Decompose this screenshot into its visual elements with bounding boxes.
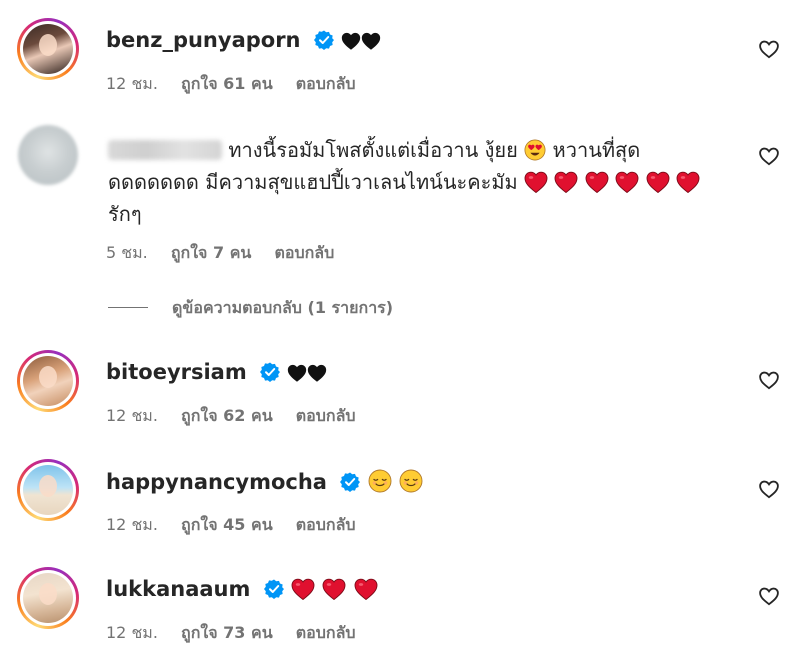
username-blurred[interactable] (108, 140, 222, 160)
like-heart-icon[interactable] (758, 370, 780, 390)
red-heart-icon (646, 171, 670, 193)
black-heart-icon (287, 363, 307, 383)
like-count[interactable]: ถูกใจ 45 คน (181, 515, 273, 534)
red-heart-icon (354, 578, 378, 600)
avatar[interactable] (17, 350, 79, 412)
username[interactable]: lukkanaaum (106, 577, 250, 601)
like-heart-icon[interactable] (758, 39, 780, 59)
username[interactable]: bitoeyrsiam (106, 360, 247, 384)
like-heart-icon[interactable] (758, 586, 780, 606)
verified-badge-icon (314, 30, 334, 50)
reply-button[interactable]: ตอบกลับ (274, 243, 334, 262)
like-count[interactable]: ถูกใจ 73 คน (181, 623, 273, 642)
verified-badge-icon (260, 362, 280, 382)
black-heart-icon (361, 31, 381, 51)
red-heart-icon (291, 578, 315, 600)
comment-time: 5 ชม. (106, 243, 148, 262)
comment-text-line2: ดดดดดดด มีความสุขแฮปปี้เวาเลนไทน์นะคะมัม (108, 170, 518, 194)
reply-button[interactable]: ตอบกลับ (296, 623, 356, 642)
like-count[interactable]: ถูกใจ 61 คน (181, 74, 273, 93)
comment-time: 12 ชม. (106, 74, 158, 93)
red-heart-icon (524, 171, 548, 193)
verified-badge-icon (264, 579, 284, 599)
avatar[interactable] (17, 459, 79, 521)
red-heart-icon (676, 171, 700, 193)
like-count[interactable]: ถูกใจ 62 คน (181, 406, 273, 425)
relieved-face-emoji-icon (368, 469, 392, 493)
reply-button[interactable]: ตอบกลับ (296, 515, 356, 534)
like-heart-icon[interactable] (758, 146, 780, 166)
comment-time: 12 ชม. (106, 406, 158, 425)
reply-button[interactable]: ตอบกลับ (296, 406, 356, 425)
black-heart-icon (307, 363, 327, 383)
reply-button[interactable]: ตอบกลับ (296, 74, 356, 93)
view-replies-button[interactable]: ดูข้อความตอบกลับ (1 รายการ) (172, 296, 393, 321)
comment-time: 12 ชม. (106, 623, 158, 642)
black-heart-icon (341, 31, 361, 51)
red-heart-icon (554, 171, 578, 193)
username[interactable]: benz_punyaporn (106, 28, 301, 52)
verified-badge-icon (340, 472, 360, 492)
replies-divider (108, 307, 148, 308)
comment-text-part1: ทางนี้รอมัมโพสตั้งแต่เมื่อวาน งุ้ยย (228, 138, 518, 162)
like-heart-icon[interactable] (758, 479, 780, 499)
relieved-face-emoji-icon (399, 469, 423, 493)
like-count[interactable]: ถูกใจ 7 คน (171, 243, 251, 262)
username[interactable]: happynancymocha (106, 470, 327, 494)
heart-eyes-emoji-icon (524, 139, 546, 161)
red-heart-icon (585, 171, 609, 193)
red-heart-icon (615, 171, 639, 193)
avatar[interactable] (17, 567, 79, 629)
red-heart-icon (322, 578, 346, 600)
comment-text-part2: หวานที่สุด (552, 138, 641, 162)
avatar[interactable] (17, 124, 79, 186)
comment-text-line3: รักๆ (108, 202, 142, 226)
avatar[interactable] (17, 18, 79, 80)
comment-time: 12 ชม. (106, 515, 158, 534)
